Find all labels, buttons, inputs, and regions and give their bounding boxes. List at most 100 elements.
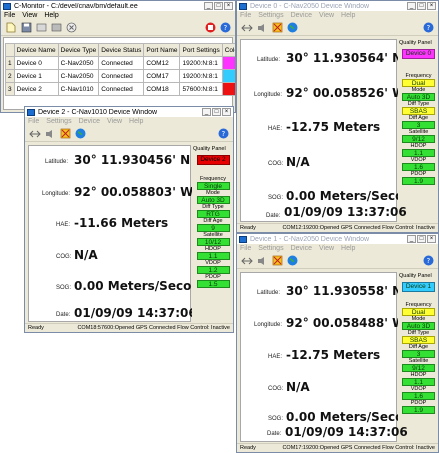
remove-device-icon[interactable] [50,22,62,34]
speaker-icon[interactable] [44,128,56,140]
device-status-cell[interactable]: Connected [98,69,145,83]
help-icon[interactable]: ? [422,22,434,34]
close-icon[interactable]: × [222,108,231,116]
settings-icon[interactable] [59,128,71,140]
cog-label: COG: [56,254,72,260]
save-icon[interactable] [20,22,32,34]
color-swatch[interactable] [221,69,235,83]
menu-settings[interactable]: Settings [46,118,71,125]
col-device-name[interactable]: Device Name [13,43,59,57]
minimize-icon[interactable]: _ [407,2,416,10]
device-name-cell[interactable]: Device 0 [13,56,59,70]
col-color[interactable]: Color [221,43,235,57]
menu-settings[interactable]: Settings [258,245,283,252]
main-titlebar[interactable]: C-Monitor - C:/devel/cnav/bm/default.ee … [1,1,235,11]
port-settings-cell[interactable]: 57600:N:8:1 [179,82,223,96]
menu-device[interactable]: Device [291,12,312,19]
latitude-value: 30° 11.930456' N [74,153,191,167]
maximize-icon[interactable]: □ [214,2,223,10]
speaker-icon[interactable] [256,255,268,267]
close-icon[interactable]: × [427,2,436,10]
menu-view[interactable]: View [22,12,37,19]
connect-icon[interactable] [241,255,253,267]
close-icon[interactable]: × [427,235,436,243]
device-type-cell[interactable]: C-Nav2050 [57,56,100,70]
color-swatch[interactable] [221,82,235,96]
new-file-icon[interactable] [5,22,17,34]
quality-panel-title: Quality Panel [193,146,226,152]
menu-help[interactable]: Help [341,12,355,19]
menu-settings[interactable]: Settings [258,12,283,19]
col-device-status[interactable]: Device Status [98,43,145,57]
menu-view[interactable]: View [319,12,334,19]
svg-text:?: ? [221,130,225,138]
cog-label: COG: [268,161,284,167]
menu-file[interactable]: File [28,118,39,125]
satellite-value: 10/12 [196,238,230,246]
minimize-icon[interactable]: _ [407,235,416,243]
col-port-name[interactable]: Port Name [143,43,181,57]
menu-view[interactable]: View [107,118,122,125]
col-device-type[interactable]: Device Type [57,43,100,57]
menu-device[interactable]: Device [79,118,100,125]
device-type-cell[interactable]: C-Nav2050 [57,69,100,83]
device-2-window: Device 2 - C-Nav1010 Device Window _ □ × F… [24,106,234,333]
port-settings-cell[interactable]: 19200:N:8:1 [179,56,223,70]
globe-icon[interactable] [286,255,298,267]
color-swatch[interactable] [221,56,235,70]
vdop-value: 1.6 [402,392,435,400]
menu-file[interactable]: File [240,245,251,252]
device-status-cell[interactable]: Connected [98,56,145,70]
device-2-titlebar[interactable]: Device 2 - C-Nav1010 Device Window _ □ × [25,107,233,117]
device-name-cell[interactable]: Device 1 [13,69,59,83]
settings-icon[interactable] [271,255,283,267]
globe-icon[interactable] [286,22,298,34]
menu-help[interactable]: Help [129,118,143,125]
diff-age-value: 9 [196,224,230,232]
help-icon[interactable]: ? [219,22,231,34]
device-type-cell[interactable]: C-Nav1010 [57,82,100,96]
maximize-icon[interactable]: □ [417,235,426,243]
menu-help[interactable]: Help [44,12,58,19]
device-status-cell[interactable]: Connected [98,82,145,96]
connect-icon[interactable] [241,22,253,34]
device-name-cell[interactable]: Device 2 [13,82,59,96]
minimize-icon[interactable]: _ [204,2,213,10]
port-name-cell[interactable]: COM17 [143,69,181,83]
minimize-icon[interactable]: _ [202,108,211,116]
svg-text:?: ? [426,24,430,32]
maximize-icon[interactable]: □ [212,108,221,116]
help-icon[interactable]: ? [422,255,434,267]
menu-device[interactable]: Device [291,245,312,252]
satellite-value: 9/12 [402,135,435,143]
maximize-icon[interactable]: □ [417,2,426,10]
port-settings-cell[interactable]: 19200:N:8:1 [179,69,223,83]
connect-icon[interactable] [29,128,41,140]
table-row[interactable]: 1 Device 0 C-Nav2050 Connected COM12 192… [5,56,235,70]
menu-file[interactable]: File [4,12,15,19]
longitude-label: Longitude: [254,92,283,98]
stop-icon[interactable] [204,22,216,34]
frequency-value: Single [196,182,230,190]
help-icon[interactable]: ? [217,128,229,140]
satellite-value: 9/12 [402,364,435,372]
table-row[interactable]: 2 Device 1 C-Nav2050 Connected COM17 192… [5,69,235,83]
menu-help[interactable]: Help [341,245,355,252]
port-name-cell[interactable]: COM12 [143,56,181,70]
menu-file[interactable]: File [240,12,251,19]
device-1-titlebar[interactable]: Device 1 - C-Nav2050 Device Window _ □ × [237,234,438,244]
add-device-icon[interactable] [35,22,47,34]
menu-view[interactable]: View [319,245,334,252]
speaker-icon[interactable] [256,22,268,34]
app-icon [3,2,11,10]
port-name-cell[interactable]: COM18 [143,82,181,96]
col-port-settings[interactable]: Port Settings [179,43,223,57]
settings-icon[interactable] [271,22,283,34]
table-row[interactable]: 3 Device 2 C-Nav1010 Connected COM18 576… [5,82,235,96]
device-0-titlebar[interactable]: Device 0 - C-Nav2050 Device Window _ □ × [237,1,438,11]
cancel-icon[interactable] [65,22,77,34]
globe-icon[interactable] [74,128,86,140]
date-label: Date: [266,213,281,219]
close-icon[interactable]: × [224,2,233,10]
status-bar: Ready COM12:19200:Opened GPS Connected F… [237,223,438,232]
